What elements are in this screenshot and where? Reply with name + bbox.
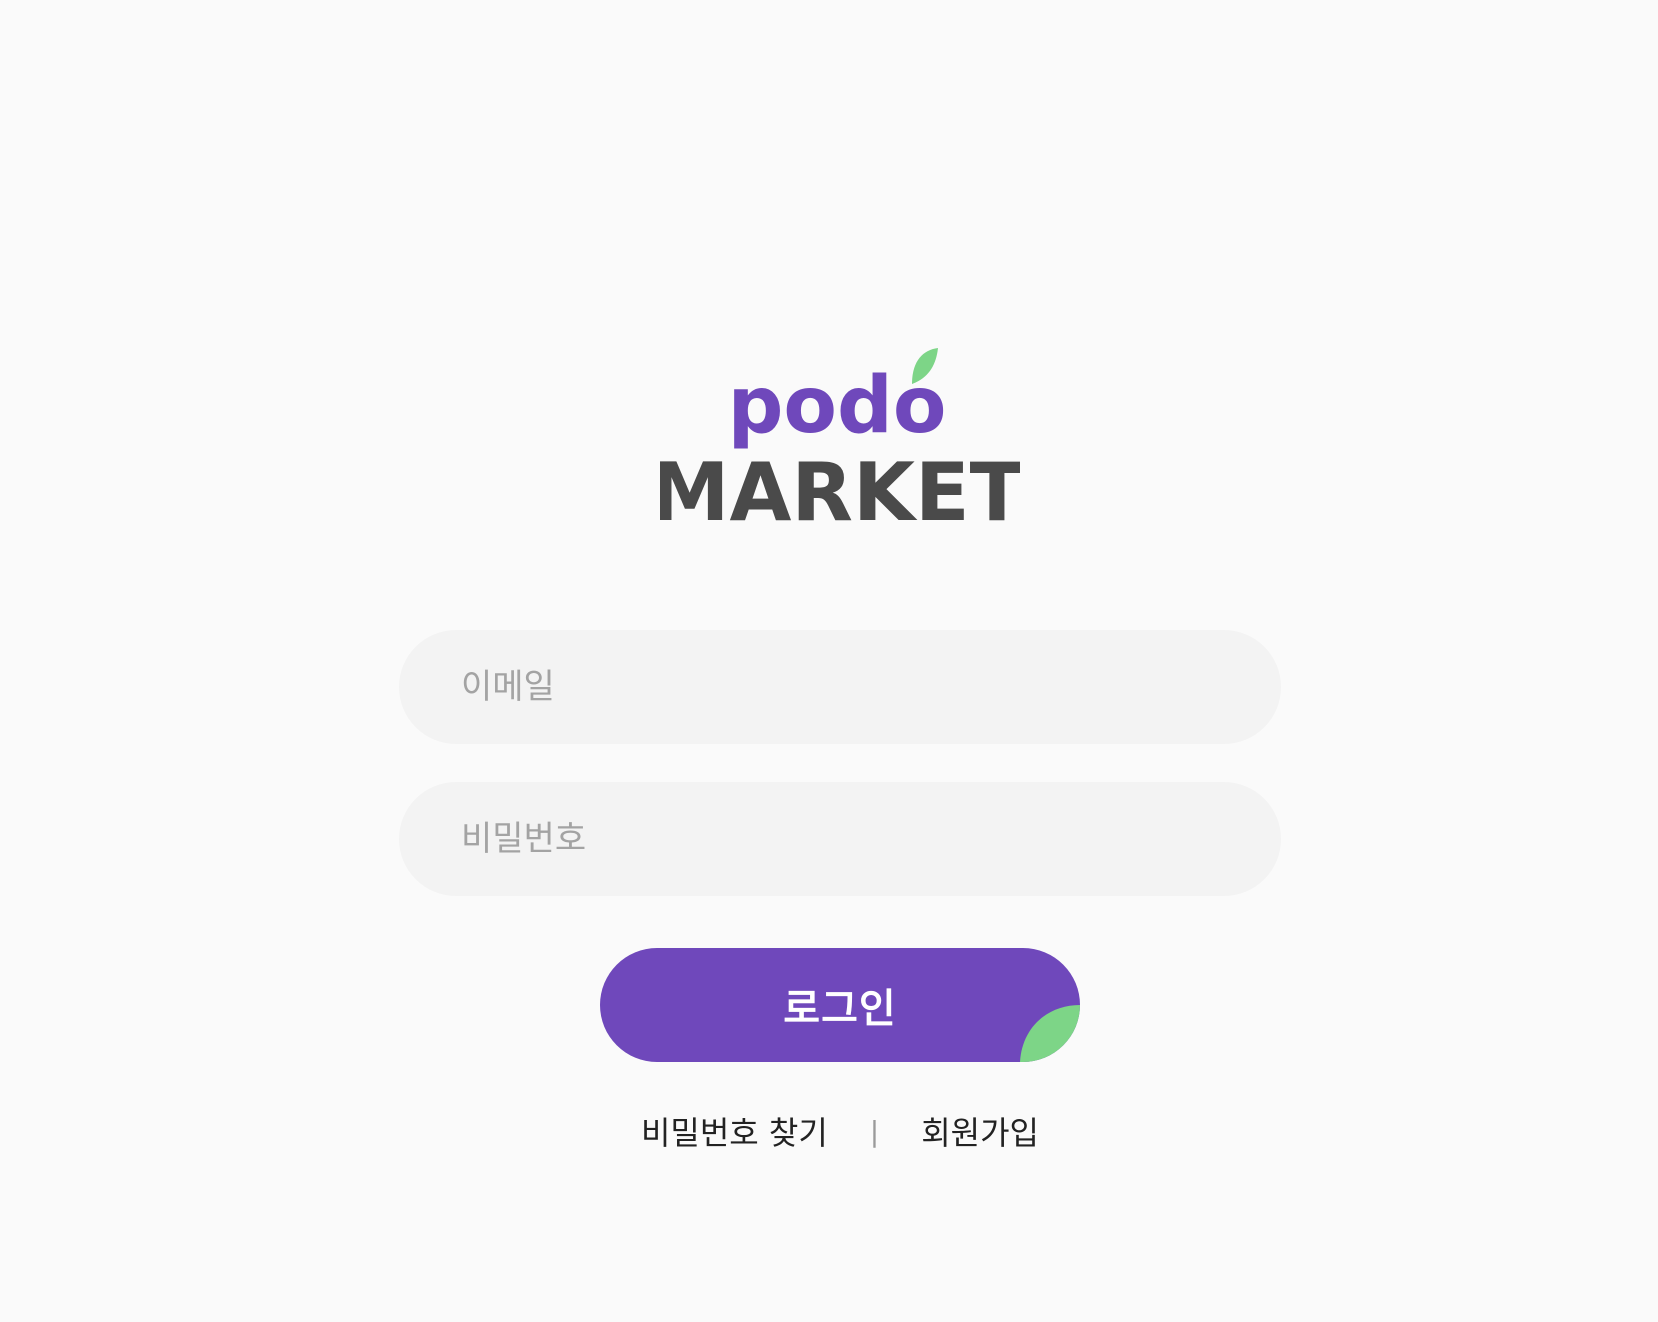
password-field-container — [399, 782, 1281, 896]
signup-link[interactable]: 회원가입 — [921, 1108, 1039, 1154]
logo-bottom-text: MARKET — [660, 446, 1020, 539]
logo-graphic: podo MARKET — [660, 348, 1020, 539]
login-button[interactable]: 로그인 — [600, 948, 1080, 1062]
password-field[interactable] — [399, 782, 1281, 896]
logo-top-text: podo — [728, 361, 947, 451]
email-field[interactable] — [399, 630, 1281, 744]
email-field-container — [399, 630, 1281, 744]
link-separator: | — [869, 1114, 880, 1148]
auth-links: 비밀번호 찾기 | 회원가입 — [600, 1108, 1080, 1154]
login-button-label: 로그인 — [783, 986, 897, 1032]
leaf-corner-icon — [1020, 1005, 1080, 1062]
find-password-link[interactable]: 비밀번호 찾기 — [641, 1108, 828, 1154]
podo-market-logo: podo MARKET — [660, 340, 1020, 540]
